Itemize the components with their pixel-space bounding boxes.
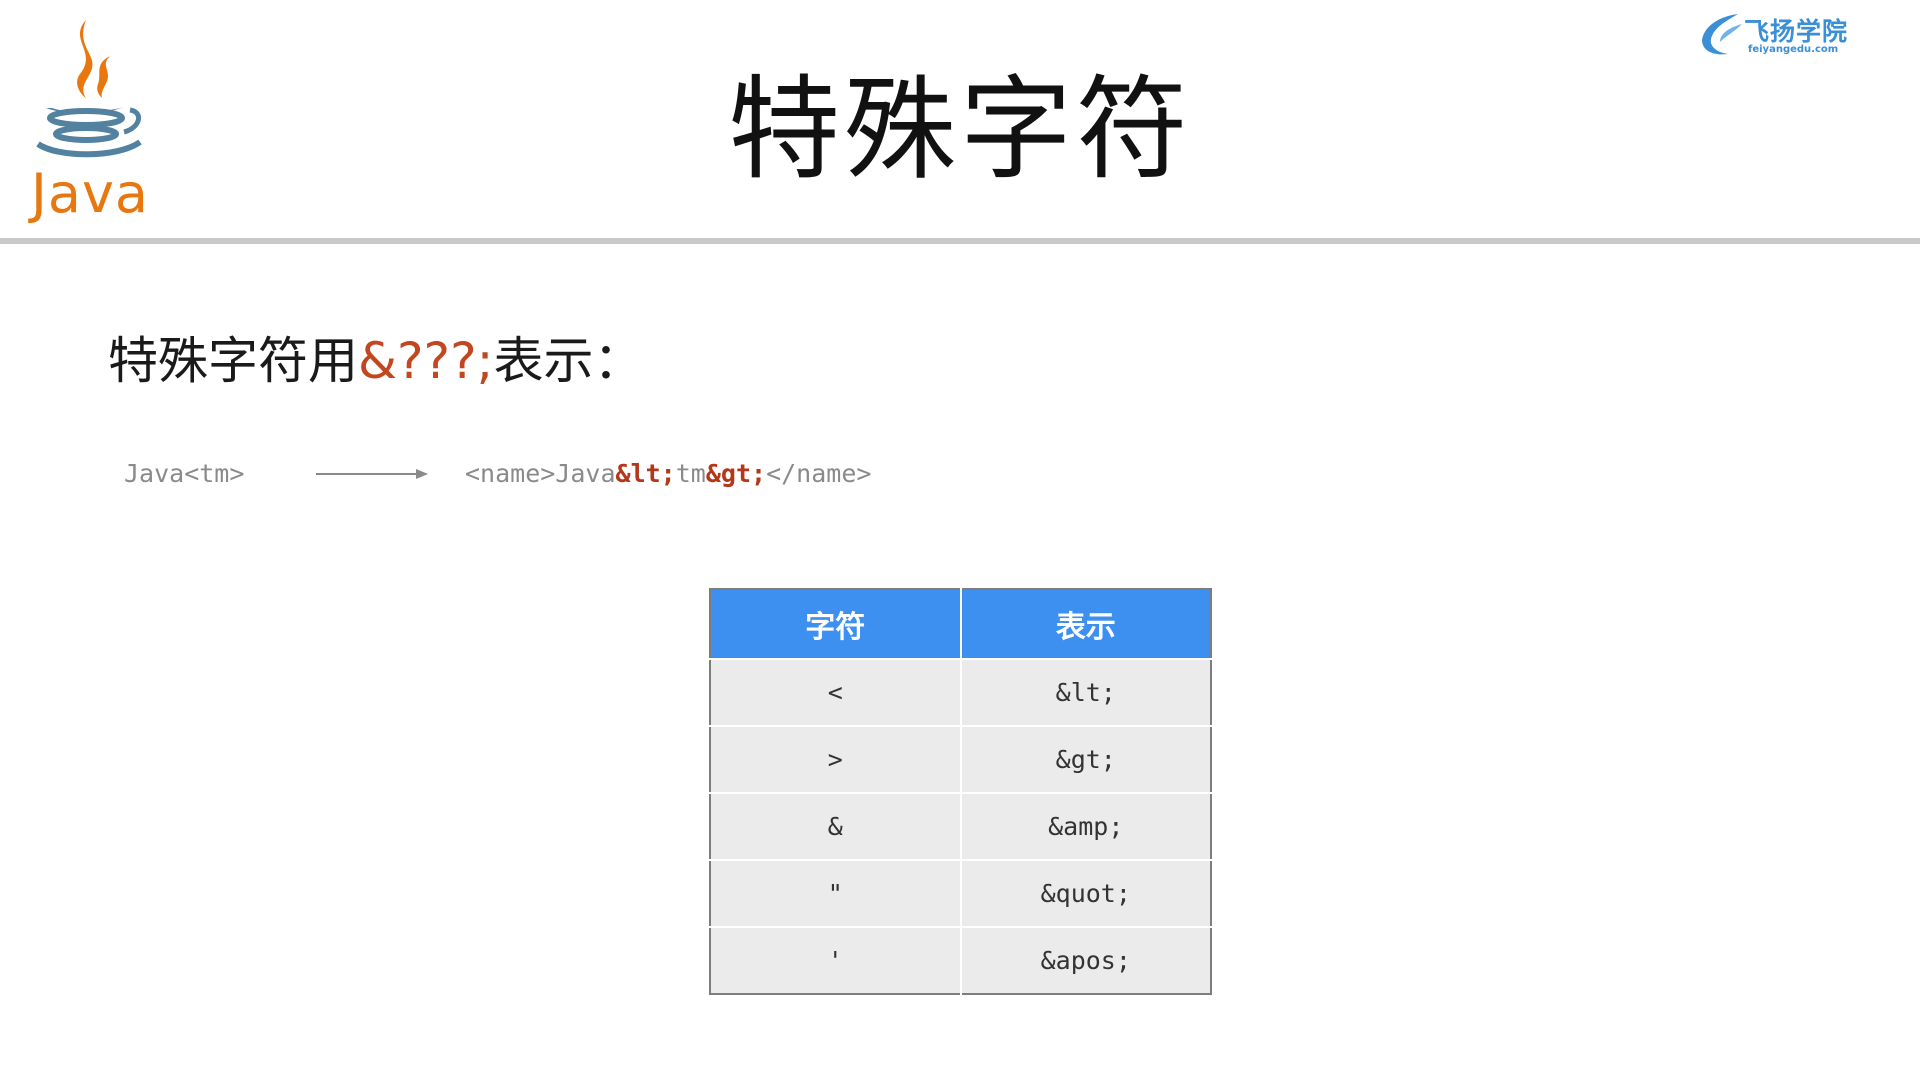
table-cell-character: " [710, 859, 962, 927]
table-cell-entity: &lt; [960, 658, 1211, 726]
example-target: <name>Java&lt;tm&gt;</name> [465, 454, 871, 494]
table-cell-character: & [710, 792, 962, 860]
example-target-entity: &gt; [705, 459, 767, 488]
column-header-representation: 表示 [960, 589, 1211, 659]
intro-tail: 表示： [493, 332, 644, 390]
brand-wing-icon [1702, 14, 1742, 55]
intro-entity-pattern: &???; [358, 332, 494, 390]
table-cell-entity: &gt; [960, 725, 1211, 793]
header-divider [0, 238, 1920, 244]
table-cell-entity: &quot; [960, 859, 1211, 927]
table-row: & &amp; [710, 792, 1211, 860]
brand-name: 飞扬学院 [1744, 17, 1849, 46]
example-target-entity: &lt; [615, 459, 676, 488]
table-header-row: 字符 表示 [710, 589, 1211, 659]
table-cell-character: ' [710, 926, 962, 994]
example-target-part: </name> [766, 459, 872, 488]
table-cell-character: > [710, 725, 962, 793]
example-target-part: tm [675, 459, 706, 488]
table-row: > &gt; [710, 725, 1211, 793]
intro-lead: 特殊字符用 [108, 332, 358, 390]
arrow-right-icon [316, 469, 428, 479]
brand-url: feiyangedu.com [1748, 44, 1839, 55]
entity-table: 字符 表示 < &lt; > &gt; & &amp; " &quot; ' &… [709, 588, 1212, 995]
table-cell-entity: &apos; [960, 926, 1211, 994]
table-row: < &lt; [710, 658, 1211, 726]
table-row: " &quot; [710, 859, 1211, 927]
example-source: Java<tm> [124, 459, 245, 488]
table-row: ' &apos; [710, 926, 1211, 994]
page-title: 特殊字符 [728, 65, 1192, 195]
table-cell-character: < [710, 658, 962, 726]
brand-logo: 飞扬学院 feiyangedu.com [1698, 8, 1848, 60]
intro-text: 特殊字符用&???;表示： [108, 326, 643, 396]
example-target-part: <name>Java [465, 459, 616, 488]
table-cell-entity: &amp; [960, 792, 1211, 860]
column-header-character: 字符 [710, 589, 962, 659]
